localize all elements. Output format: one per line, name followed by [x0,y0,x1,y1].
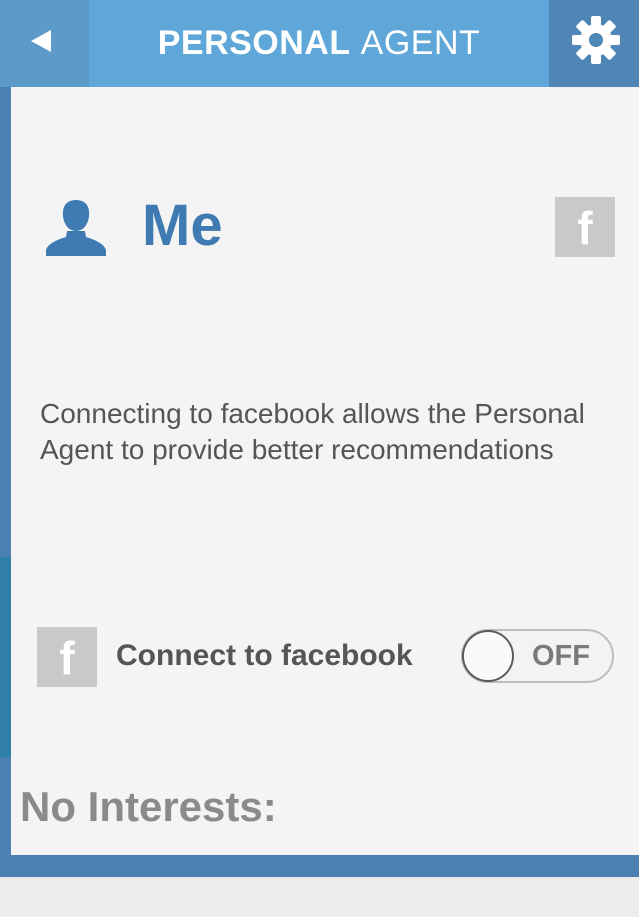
gear-icon [572,15,620,64]
facebook-connect-icon: f [37,627,97,687]
title-bold: PERSONAL [157,24,351,62]
title-light: AGENT [360,24,481,62]
settings-button[interactable] [549,0,639,87]
person-icon [46,200,106,256]
bottom-bar [0,855,639,877]
facebook-icon: f [555,197,615,257]
app-screen: PERSONAL AGENT Me f Connecting to facebo… [0,0,639,917]
toggle-state-label: OFF [532,639,590,672]
connect-facebook-label: Connect to facebook [116,639,413,672]
facebook-connect-badge-letter: f [59,632,75,684]
connect-facebook-toggle[interactable]: OFF [461,629,614,683]
side-strip-accent [0,557,11,757]
back-arrow-icon [30,29,51,52]
profile-name: Me [142,193,223,258]
facebook-badge-letter: f [577,202,593,254]
toggle-knob[interactable] [462,630,514,682]
interests-heading: No Interests: [20,783,277,830]
facebook-description: Connecting to facebook allows the Person… [40,398,585,465]
page-title: PERSONAL AGENT [89,0,549,87]
side-strip [0,87,11,877]
back-button[interactable] [0,0,89,87]
header-bar: PERSONAL AGENT [0,0,639,87]
